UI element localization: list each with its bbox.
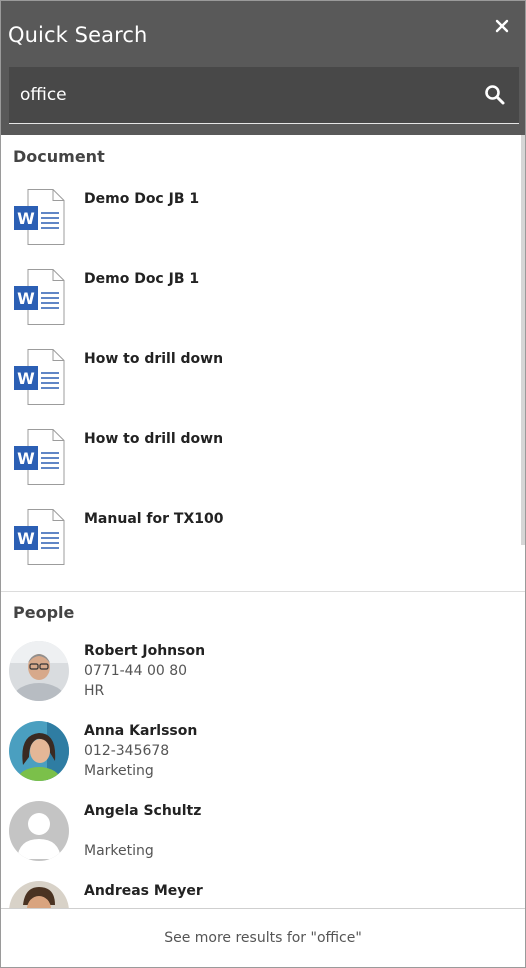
word-document-icon: W [14, 349, 65, 405]
svg-text:W: W [17, 209, 35, 228]
person-department: Marketing [84, 763, 154, 779]
person-photo [9, 881, 69, 908]
svg-text:W: W [17, 289, 35, 308]
person-photo [9, 641, 69, 701]
document-item[interactable]: W Demo Doc JB 1 [1, 181, 519, 261]
document-item[interactable]: W Manual for TX100 [1, 501, 519, 581]
word-document-icon: W [14, 429, 65, 485]
section-divider [1, 591, 525, 592]
document-name: Demo Doc JB 1 [84, 271, 200, 287]
word-document-icon: W [14, 509, 65, 565]
person-item[interactable]: Andreas Meyer [1, 873, 519, 908]
svg-text:W: W [17, 449, 35, 468]
search-input[interactable] [9, 67, 469, 123]
quick-search-panel: Quick Search Document [0, 0, 526, 968]
person-item[interactable]: Angela Schultz Marketing [1, 793, 519, 873]
person-name: Andreas Meyer [84, 883, 203, 899]
close-button[interactable] [489, 13, 515, 39]
person-name: Robert Johnson [84, 643, 206, 659]
scrollbar[interactable] [521, 135, 525, 545]
person-name: Anna Karlsson [84, 723, 198, 739]
person-name: Angela Schultz [84, 803, 202, 819]
document-item[interactable]: W How to drill down [1, 421, 519, 501]
search-icon [485, 85, 505, 105]
documents-section-title: Document [13, 147, 105, 166]
word-document-icon: W [14, 189, 65, 245]
document-name: How to drill down [84, 351, 224, 367]
person-photo [9, 721, 69, 781]
avatar [9, 881, 69, 908]
search-button[interactable] [483, 83, 507, 107]
avatar [9, 721, 69, 781]
person-item[interactable]: Robert Johnson 0771-44 00 80 HR [1, 633, 519, 713]
document-name: Manual for TX100 [84, 511, 224, 527]
see-more-results-link[interactable]: See more results for "office" [1, 909, 525, 967]
person-phone: 012-345678 [84, 743, 170, 759]
person-department: HR [84, 683, 105, 699]
results-list[interactable]: Document W Demo Doc JB 1 W Demo Doc JB 1… [1, 135, 525, 908]
svg-text:W: W [17, 369, 35, 388]
avatar [9, 641, 69, 701]
footer: See more results for "office" [1, 908, 525, 967]
svg-text:W: W [17, 529, 35, 548]
close-icon [495, 19, 509, 33]
avatar [9, 801, 69, 861]
document-item[interactable]: W How to drill down [1, 341, 519, 421]
header: Quick Search [1, 1, 525, 135]
document-name: How to drill down [84, 431, 224, 447]
person-phone: 0771-44 00 80 [84, 663, 188, 679]
document-item[interactable]: W Demo Doc JB 1 [1, 261, 519, 341]
document-name: Demo Doc JB 1 [84, 191, 200, 207]
people-section-title: People [13, 603, 75, 622]
word-document-icon: W [14, 269, 65, 325]
person-item[interactable]: Anna Karlsson 012-345678 Marketing [1, 713, 519, 793]
person-department: Marketing [84, 843, 154, 859]
panel-title: Quick Search [8, 23, 148, 47]
search-box [9, 67, 519, 124]
default-person-icon [9, 801, 69, 861]
